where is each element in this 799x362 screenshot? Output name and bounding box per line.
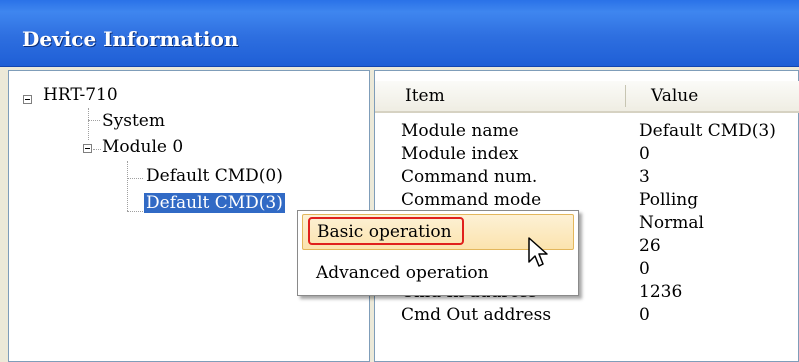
tree-item-system[interactable]: System <box>102 111 165 131</box>
red-highlight-box <box>308 217 464 245</box>
cell-item: Command mode <box>401 190 542 210</box>
tree-item-default-cmd-0[interactable]: Default CMD(0) <box>146 166 283 186</box>
cell-value: 3 <box>639 167 650 187</box>
tree-connector <box>93 149 101 150</box>
mouse-pointer-icon <box>528 237 548 267</box>
column-header-item[interactable]: Item <box>405 86 445 106</box>
tree-item-module-0[interactable]: Module 0 <box>102 137 183 157</box>
cell-value: 0 <box>639 259 650 279</box>
collapse-root-icon[interactable] <box>23 95 32 104</box>
tree-item-hrt-710[interactable]: HRT-710 <box>43 85 118 105</box>
column-separator[interactable] <box>625 85 626 107</box>
cell-value: 0 <box>639 144 650 164</box>
collapse-module-icon[interactable] <box>83 144 92 153</box>
menu-item-label: Advanced operation <box>316 263 489 283</box>
cell-value: Polling <box>639 190 699 210</box>
cell-value: Normal <box>639 213 704 233</box>
tree-connector <box>88 108 89 120</box>
tree-item-default-cmd-3[interactable]: Default CMD(3) <box>144 193 285 213</box>
cell-value: 0 <box>639 305 650 325</box>
tree-connector <box>88 120 89 140</box>
cell-item: Cmd Out address <box>401 305 552 325</box>
cell-value: Default CMD(3) <box>639 121 776 141</box>
tree-connector <box>127 178 143 179</box>
cell-item: Module name <box>401 121 519 141</box>
cell-value: 1236 <box>639 282 683 302</box>
cell-item: Command num. <box>401 167 538 187</box>
tree-connector <box>127 211 143 212</box>
device-information-window: Device Information HRT-710 System Module… <box>0 0 799 362</box>
cell-item: Module index <box>401 144 519 164</box>
window-title: Device Information <box>22 27 239 51</box>
tree-connector <box>88 120 100 121</box>
list-header: Item Value <box>375 81 799 113</box>
title-bar[interactable]: Device Information <box>0 0 799 67</box>
column-header-value[interactable]: Value <box>651 86 698 106</box>
cell-value: 26 <box>639 236 661 256</box>
tree-connector <box>127 161 128 211</box>
